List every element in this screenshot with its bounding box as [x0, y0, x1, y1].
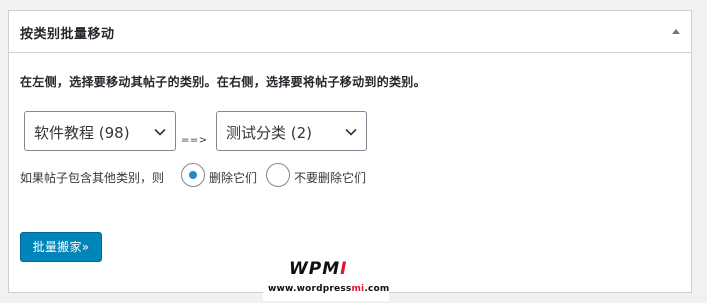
- target-category-value: 测试分类 (2): [226, 124, 313, 142]
- panel-toggle-button[interactable]: [667, 23, 685, 41]
- watermark: WPMI www.wordpressmi.com: [263, 255, 389, 301]
- instructions-text: 在左侧，选择要移动其帖子的类别。在右侧，选择要将帖子移动到的类别。: [20, 75, 426, 89]
- source-category-select[interactable]: 软件教程 (98): [24, 111, 176, 151]
- watermark-url: www.wordpressmi.com: [268, 284, 389, 294]
- keep-categories-radio[interactable]: [266, 163, 290, 187]
- chevron-down-icon: [154, 128, 166, 136]
- watermark-url-mid: mi: [351, 284, 365, 294]
- condition-label: 如果帖子包含其他类别，则: [20, 171, 165, 185]
- chevron-down-icon: [345, 128, 357, 136]
- watermark-url-suffix: .com: [364, 284, 390, 294]
- keep-categories-label[interactable]: 不要删除它们: [294, 169, 366, 186]
- watermark-logo: WPMI: [289, 259, 347, 279]
- triangle-up-icon: [672, 29, 680, 34]
- watermark-logo-prefix: WPM: [289, 259, 341, 279]
- arrow-separator: ==>: [181, 135, 208, 146]
- radio-selected-dot: [189, 171, 197, 179]
- watermark-logo-suffix: I: [340, 259, 348, 279]
- panel-header: 按类别批量移动: [9, 11, 691, 53]
- delete-categories-label[interactable]: 删除它们: [209, 169, 257, 186]
- delete-categories-radio[interactable]: [181, 163, 205, 187]
- target-category-select[interactable]: 测试分类 (2): [216, 111, 367, 151]
- bulk-move-button[interactable]: 批量搬家»: [20, 232, 102, 262]
- bulk-move-panel: 按类别批量移动 在左侧，选择要移动其帖子的类别。在右侧，选择要将帖子移动到的类别…: [8, 10, 692, 293]
- source-category-value: 软件教程 (98): [34, 124, 130, 142]
- panel-title: 按类别批量移动: [20, 27, 115, 42]
- watermark-url-prefix: www.wordpress: [268, 284, 352, 294]
